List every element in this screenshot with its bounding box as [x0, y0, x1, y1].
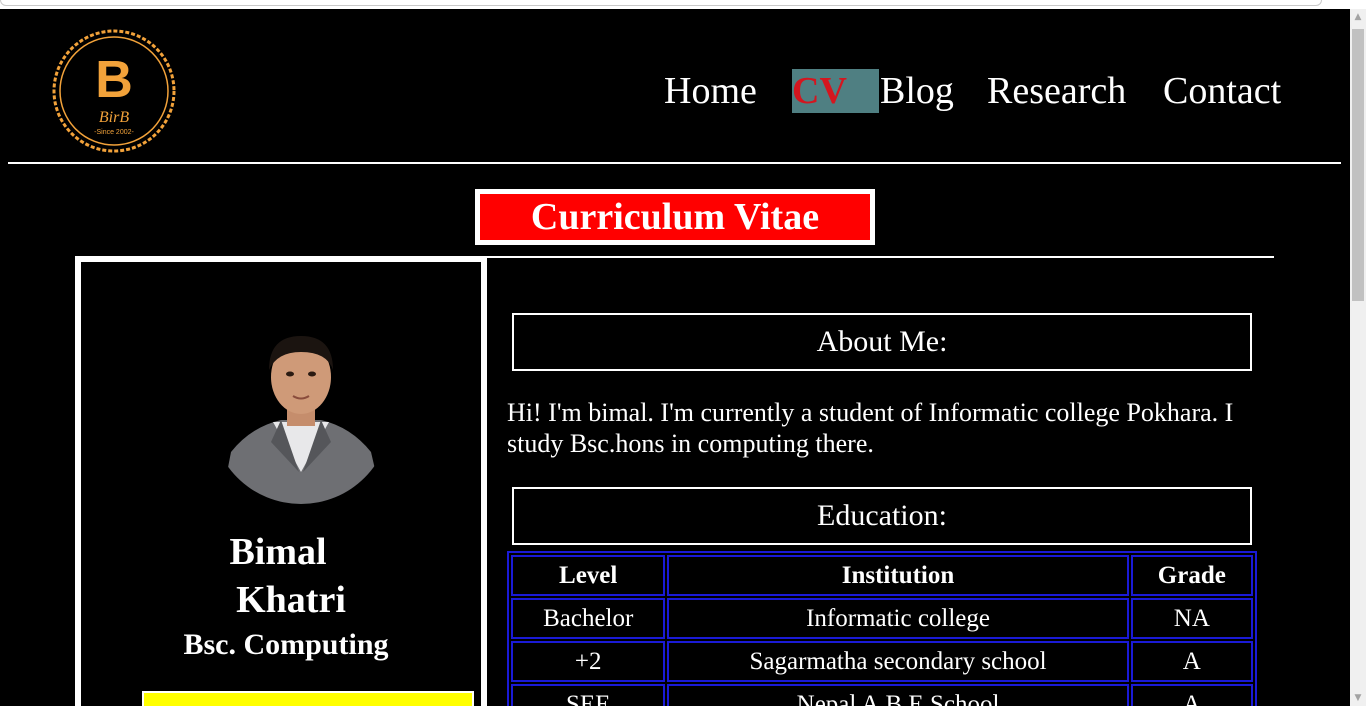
cell-level: SEE: [511, 684, 666, 706]
scroll-up-icon[interactable]: ▲: [1350, 9, 1366, 25]
cell-grade: A: [1130, 684, 1253, 706]
logo-brand: BirB: [99, 109, 129, 126]
content-divider: [487, 256, 1274, 258]
about-text: Hi! I'm bimal. I'm currently a student o…: [507, 398, 1234, 458]
browser-top-edge: [0, 0, 1366, 9]
table-row: +2 Sagarmatha secondary school A: [511, 641, 1253, 682]
profile-degree: Bsc. Computing: [183, 628, 389, 661]
site-logo[interactable]: B BirB -Since 2002-: [50, 27, 178, 155]
profile-card: Bimal Khatri Bsc. Computing: [75, 256, 487, 706]
person-photo-icon: [211, 322, 391, 504]
page: B BirB -Since 2002- Home CV Blog Researc…: [0, 9, 1350, 706]
logo-since: -Since 2002-: [94, 129, 134, 136]
table-header-row: Level Institution Grade: [511, 555, 1253, 596]
cell-institution: Nepal A.B.E School: [667, 684, 1129, 706]
profile-name: Bimal Khatri: [81, 528, 481, 624]
logo-letter: B: [95, 51, 133, 109]
vertical-scrollbar[interactable]: ▲ ▼: [1350, 9, 1366, 706]
first-name: Bimal: [229, 531, 327, 573]
nav-cv[interactable]: CV: [792, 69, 879, 113]
last-name: Khatri: [236, 579, 346, 621]
cell-level: +2: [511, 641, 666, 682]
cell-institution: Informatic college: [667, 598, 1129, 639]
table-row: SEE Nepal A.B.E School A: [511, 684, 1253, 706]
col-institution: Institution: [667, 555, 1129, 596]
about-heading: About Me:: [512, 313, 1252, 371]
cell-grade: NA: [1130, 598, 1253, 639]
scroll-down-icon[interactable]: ▼: [1350, 690, 1366, 706]
cell-level: Bachelor: [511, 598, 666, 639]
col-grade: Grade: [1130, 555, 1253, 596]
nav-home[interactable]: Home: [664, 69, 757, 113]
table-row: Bachelor Informatic college NA: [511, 598, 1253, 639]
page-title: Curriculum Vitae: [475, 189, 875, 245]
cell-grade: A: [1130, 641, 1253, 682]
profile-photo: [211, 322, 391, 504]
nav-research[interactable]: Research: [987, 69, 1126, 113]
education-table: Level Institution Grade Bachelor Informa…: [507, 551, 1257, 706]
yellow-banner: [142, 691, 474, 706]
logo-badge-icon: B BirB -Since 2002-: [52, 29, 176, 153]
scrollbar-thumb[interactable]: [1352, 29, 1364, 301]
header-divider: [8, 162, 1341, 164]
nav-contact[interactable]: Contact: [1163, 69, 1281, 113]
col-level: Level: [511, 555, 666, 596]
nav-blog[interactable]: Blog: [880, 69, 954, 113]
browser-frame-curve: [0, 0, 1322, 6]
education-heading: Education:: [512, 487, 1252, 545]
cell-institution: Sagarmatha secondary school: [667, 641, 1129, 682]
